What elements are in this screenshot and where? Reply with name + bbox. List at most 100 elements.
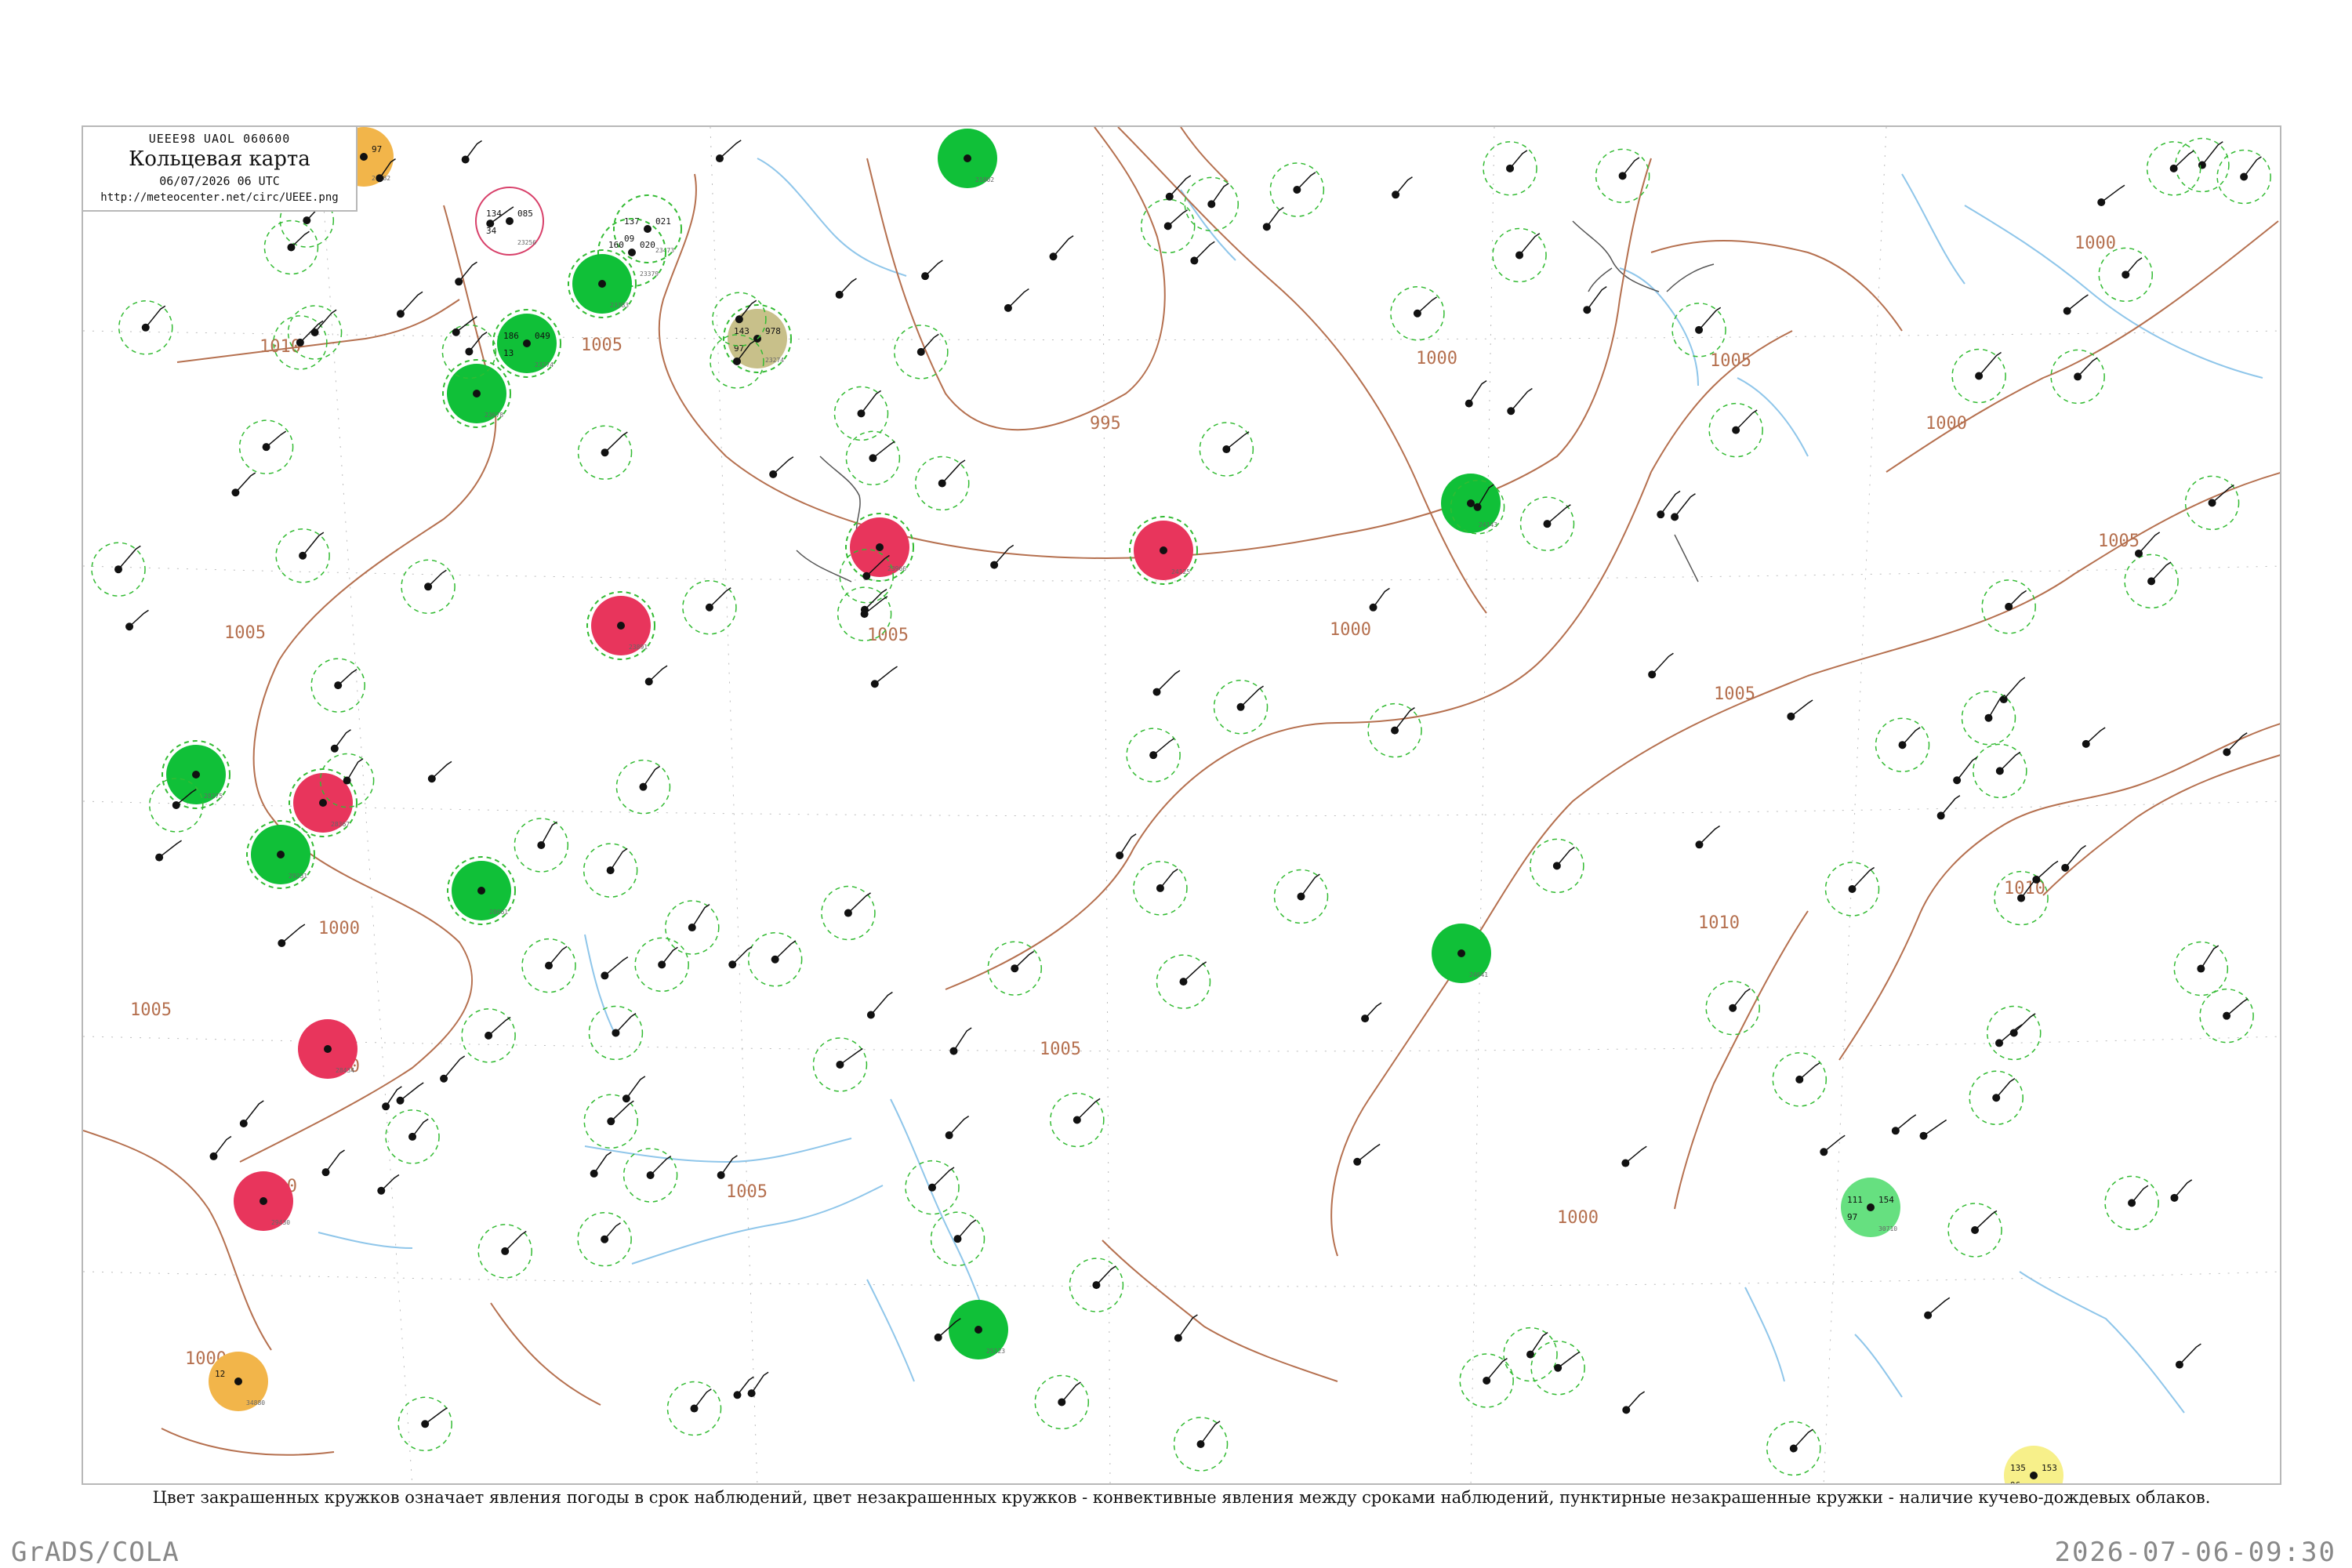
station-plot-minor xyxy=(577,425,633,480)
station-plot: 28434 xyxy=(298,1019,358,1079)
wind-barb xyxy=(604,956,629,976)
wind-barb xyxy=(1169,175,1192,198)
station-plot-minor xyxy=(1199,422,1254,477)
bulletin-code: UEEE98 UAOL 060600 xyxy=(148,132,291,146)
station-plot-minor xyxy=(747,1371,769,1398)
station-plot-minor xyxy=(1213,680,1269,735)
station-plot-minor xyxy=(1004,288,1029,312)
wind-barb xyxy=(158,840,182,858)
wind-barb xyxy=(234,472,256,493)
station-index: 23383 xyxy=(610,302,629,309)
wind-barb xyxy=(2013,1013,2036,1034)
station-plot-minor xyxy=(644,665,668,686)
wind-barb xyxy=(2067,294,2089,312)
isobar-label: 1005 xyxy=(1714,684,1755,704)
station-dewpoint: 13 xyxy=(503,348,514,358)
wind-barb xyxy=(593,1152,612,1174)
wind-barb xyxy=(931,1167,955,1189)
isobar-label: 1010 xyxy=(1698,913,1740,933)
station-plot-minor xyxy=(1995,1024,2023,1047)
station-plot-minor xyxy=(238,419,294,474)
station-plot-minor xyxy=(845,430,901,486)
synoptic-map: 1010 1005 1005 1005 1005 1000 1000 1000 … xyxy=(83,127,2280,1483)
station-plot-minor xyxy=(461,140,482,164)
wind-barb xyxy=(1372,587,1390,608)
station-plot: 25123 xyxy=(949,1300,1008,1359)
station-plot-minor xyxy=(477,1224,532,1279)
station-dot xyxy=(1457,949,1465,957)
station-plot-minor xyxy=(812,1037,868,1092)
station-plot-minor xyxy=(1156,954,1211,1009)
station-plot-minor xyxy=(837,586,892,641)
wind-barb xyxy=(2100,184,2125,203)
station-dot xyxy=(506,217,514,225)
wind-barb xyxy=(1586,286,1607,310)
station-plot-minor xyxy=(1708,402,1763,458)
station-dewpoint: 34 xyxy=(486,226,497,236)
station-plot-minor xyxy=(310,658,365,713)
station-plot-minor xyxy=(1648,652,1674,679)
station-dot xyxy=(1160,546,1167,554)
station-plot-minor xyxy=(717,1155,738,1179)
station-index: 24143 xyxy=(1479,521,1497,528)
wind-barb xyxy=(1160,868,1178,889)
station-plot-minor xyxy=(1947,1203,2002,1258)
wind-barb xyxy=(1014,950,1035,969)
station-plot-minor xyxy=(278,924,306,948)
station-plot-minor xyxy=(1671,303,1726,358)
wind-barb xyxy=(626,1076,646,1099)
station-dot xyxy=(192,771,200,779)
station-dot xyxy=(964,154,971,162)
station-plot-minor xyxy=(682,579,737,635)
station-plot-minor xyxy=(287,305,343,360)
wind-barb xyxy=(1530,1331,1548,1356)
station-plot-minor xyxy=(452,316,477,336)
isobar-label: 1000 xyxy=(1330,620,1371,640)
wind-barb xyxy=(2212,484,2234,503)
isobars xyxy=(83,127,2280,1456)
station-plot-minor xyxy=(1273,869,1329,924)
station-plot-minor xyxy=(1936,795,1961,820)
station-plot-minor xyxy=(821,885,876,941)
isobar-label: 1005 xyxy=(867,626,909,645)
station-plot-minor xyxy=(894,325,949,379)
station-dot xyxy=(319,799,327,807)
station-plot-minor xyxy=(1069,1258,1124,1312)
station-plot-minor xyxy=(1465,379,1487,408)
station-dot xyxy=(975,1326,982,1334)
wind-barb xyxy=(615,1012,637,1033)
station-index: 28367 xyxy=(331,821,350,828)
station-plot-minor xyxy=(1671,493,1696,521)
isobar-label: 1010 xyxy=(260,337,301,357)
station-plot-minor xyxy=(2104,1175,2159,1231)
station-pressure: 153 xyxy=(2042,1463,2057,1473)
wind-barb xyxy=(2138,532,2161,554)
wind-barb xyxy=(2226,732,2248,753)
station-plot-minor xyxy=(1519,496,1575,551)
wind-barb xyxy=(1052,235,1074,257)
wind-barb xyxy=(540,821,557,846)
wind-barb xyxy=(1793,1428,1813,1450)
wind-barb xyxy=(1395,176,1413,195)
wind-barb xyxy=(1901,727,1921,746)
station-dot xyxy=(598,280,606,288)
station-plot: 23966 xyxy=(845,513,914,582)
wind-barb xyxy=(772,456,794,475)
station-plot-minor xyxy=(1530,1340,1585,1396)
station-dot xyxy=(1467,499,1475,507)
station-plot-minor xyxy=(1190,241,1215,265)
station-plot-minor xyxy=(1133,861,1188,916)
isobar-label: 1005 xyxy=(2098,532,2140,551)
wind-barb xyxy=(1823,1134,1846,1152)
station-index: 24641 xyxy=(1469,971,1488,978)
station-plot-minor xyxy=(2050,349,2105,405)
wind-barb xyxy=(872,441,895,459)
station-dot xyxy=(1473,503,1482,511)
station-plot-minor xyxy=(1787,699,1813,720)
station-plot-minor xyxy=(666,1381,722,1436)
wind-barb xyxy=(2173,1179,2193,1199)
station-dot xyxy=(360,153,368,161)
station-index: 28661 xyxy=(489,909,508,916)
wind-barb xyxy=(266,430,287,448)
station-plot-minor xyxy=(396,291,423,318)
